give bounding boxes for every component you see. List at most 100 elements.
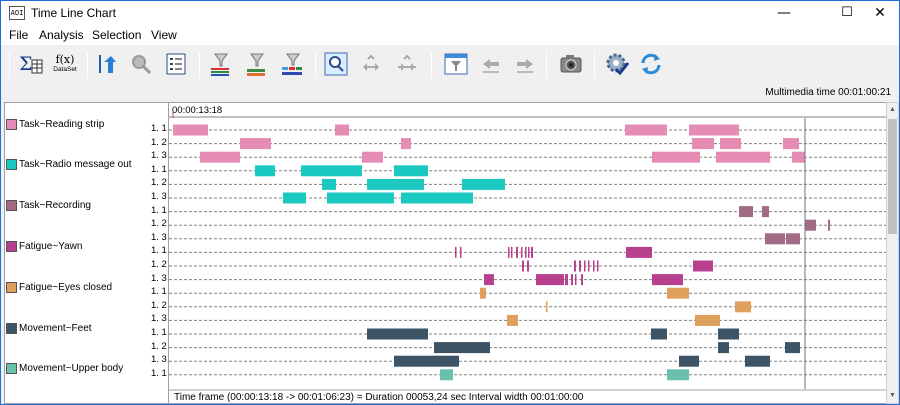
sum-icon[interactable]: Σ [18,51,44,77]
timeline-event-bar[interactable] [511,246,513,258]
timeline-event-bar[interactable] [335,124,349,136]
timeline-event-bar[interactable] [322,178,336,190]
settings-check-icon[interactable] [604,51,630,77]
timeline-event-bar[interactable] [460,246,462,258]
timeline-event-bar[interactable] [401,192,473,204]
timeline-event-bar[interactable] [762,206,769,218]
timeline-event-bar[interactable] [527,260,529,272]
timeline-event-bar[interactable] [173,124,208,136]
arrow-left-gray-icon[interactable] [478,51,504,77]
zoom-gray-icon[interactable] [128,51,154,77]
timeline-event-bar[interactable] [516,246,518,258]
timeline-event-bar[interactable] [581,274,583,286]
timeline-event-bar[interactable] [255,165,275,177]
timeline-event-bar[interactable] [593,260,595,272]
timeline-event-bar[interactable] [579,260,581,272]
arrow-right-gray-icon[interactable] [512,51,538,77]
menu-file[interactable]: File [9,28,28,42]
timeline-event-bar[interactable] [735,301,751,313]
camera-icon[interactable] [558,51,584,77]
collapse-gray-icon[interactable] [394,51,420,77]
timeline-event-bar[interactable] [720,138,741,150]
timeline-event-bar[interactable] [200,151,240,163]
menu-selection[interactable]: Selection [92,28,141,42]
timeline-event-bar[interactable] [283,192,306,204]
fx-dataset-icon[interactable]: f(x) DataSet [52,51,78,77]
timeline-event-bar[interactable] [574,260,576,272]
timeline-event-bar[interactable] [718,328,739,340]
scroll-up-icon[interactable]: ▲ [887,103,898,117]
timeline-event-bar[interactable] [367,178,424,190]
timeline-event-bar[interactable] [525,246,527,258]
timeline-event-bar[interactable] [828,219,830,231]
close-button[interactable]: ✕ [857,1,900,25]
timeline-event-bar[interactable] [528,246,530,258]
title-bar[interactable]: AOI Time Line Chart — ☐ ✕ [1,1,899,25]
menu-analysis[interactable]: Analysis [39,28,84,42]
filter-a-icon[interactable] [207,51,233,77]
expand-gray-icon[interactable] [358,51,384,77]
timeline-event-bar[interactable] [745,355,770,367]
timeline-event-bar[interactable] [546,301,548,313]
timeline-event-bar[interactable] [651,328,667,340]
timeline-event-bar[interactable] [508,246,510,258]
timeline-event-bar[interactable] [394,165,428,177]
timeline-event-bar[interactable] [692,138,714,150]
scroll-down-icon[interactable]: ▼ [887,389,898,403]
timeline-event-bar[interactable] [240,138,271,150]
timeline-chart[interactable]: 00:00:13:18 [169,102,886,404]
timeline-event-bar[interactable] [786,233,800,245]
timeline-event-bar[interactable] [462,178,505,190]
list-icon[interactable] [163,51,189,77]
timeline-event-bar[interactable] [480,287,486,299]
vertical-scrollbar[interactable]: ▲ ▼ [886,102,899,404]
timeline-event-bar[interactable] [565,274,568,286]
timeline-event-bar[interactable] [521,246,523,258]
filter-window-icon[interactable] [443,51,469,77]
timeline-event-bar[interactable] [531,246,533,258]
timeline-event-bar[interactable] [301,165,362,177]
timeline-event-bar[interactable] [667,369,689,381]
timeline-event-bar[interactable] [667,287,689,299]
timeline-event-bar[interactable] [679,355,699,367]
timeline-event-bar[interactable] [792,151,805,163]
timeline-event-bar[interactable] [522,260,524,272]
timeline-event-bar[interactable] [695,314,720,326]
timeline-event-bar[interactable] [718,342,729,354]
timeline-event-bar[interactable] [716,151,770,163]
timeline-event-bar[interactable] [327,192,394,204]
timeline-event-bar[interactable] [484,274,494,286]
scroll-thumb[interactable] [888,119,897,234]
timeline-event-bar[interactable] [401,138,411,150]
timeline-event-bar[interactable] [367,328,428,340]
timeline-event-bar[interactable] [536,274,564,286]
timeline-event-bar[interactable] [626,246,652,258]
timeline-event-bar[interactable] [440,369,453,381]
timeline-event-bar[interactable] [455,246,457,258]
timeline-event-bar[interactable] [652,151,700,163]
timeline-event-bar[interactable] [434,342,490,354]
timeline-event-bar[interactable] [507,314,518,326]
timeline-event-bar[interactable] [689,124,739,136]
refresh-icon[interactable] [638,51,664,77]
timeline-event-bar[interactable] [571,274,573,286]
timeline-event-bar[interactable] [584,260,586,272]
timeline-event-bar[interactable] [693,260,713,272]
filter-c-icon[interactable] [279,51,305,77]
timeline-event-bar[interactable] [394,355,459,367]
timeline-event-bar[interactable] [785,342,800,354]
zoom-window-icon[interactable] [323,51,349,77]
timeline-event-bar[interactable] [652,274,683,286]
filter-b-icon[interactable] [243,51,269,77]
menu-view[interactable]: View [151,28,177,42]
timeline-event-bar[interactable] [575,274,577,286]
timeline-event-bar[interactable] [362,151,383,163]
go-start-icon[interactable] [94,51,120,77]
timeline-event-bar[interactable] [597,260,599,272]
timeline-event-bar[interactable] [588,260,590,272]
timeline-event-bar[interactable] [805,219,816,231]
minimize-button[interactable]: — [761,1,807,25]
timeline-event-bar[interactable] [739,206,753,218]
timeline-event-bar[interactable] [783,138,799,150]
timeline-event-bar[interactable] [625,124,667,136]
